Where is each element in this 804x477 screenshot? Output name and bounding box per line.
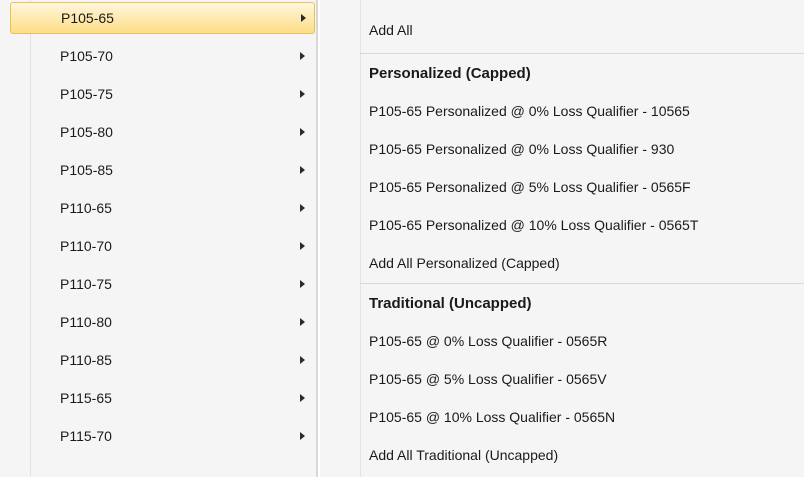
personalized-item[interactable]: P105-65 Personalized @ 10% Loss Qualifie… [369,210,698,240]
personalized-item[interactable]: P105-65 Personalized @ 0% Loss Qualifier… [369,134,674,164]
submenu: Add All Personalized (Capped) P105-65 Pe… [320,0,804,477]
traditional-item[interactable]: P105-65 @ 10% Loss Qualifier - 0565N [369,402,615,432]
traditional-header: Traditional (Uncapped) [369,294,532,312]
menu-item-p110-85[interactable]: P110-85 [10,344,315,376]
menu-item-p110-80[interactable]: P110-80 [10,306,315,338]
add-all-item[interactable]: Add All [369,15,413,45]
menu-item-label: P105-85 [60,162,113,178]
menu-item-p115-65[interactable]: P115-65 [10,382,315,414]
separator [360,283,804,284]
chevron-right-icon [300,318,305,326]
personalized-item[interactable]: P105-65 Personalized @ 0% Loss Qualifier… [369,96,690,126]
menu-item-p105-65[interactable]: P105-65 [10,2,315,34]
menu-item-p105-75[interactable]: P105-75 [10,78,315,110]
menu-item-p105-85[interactable]: P105-85 [10,154,315,186]
menu-item-label: P110-80 [60,314,112,330]
add-all-personalized-item[interactable]: Add All Personalized (Capped) [369,248,560,278]
chevron-right-icon [300,394,305,402]
chevron-right-icon [300,242,305,250]
chevron-right-icon [300,128,305,136]
menu-divider [316,0,318,477]
menu-item-label: P105-75 [60,86,113,102]
menu-item-label: P110-75 [60,276,112,292]
menu-item-p105-80[interactable]: P105-80 [10,116,315,148]
menu-item-p110-70[interactable]: P110-70 [10,230,315,262]
menu-item-label: P110-85 [60,352,112,368]
chevron-right-icon [300,52,305,60]
cascading-menu: P105-65 P105-70 P105-75 P105-80 P105-85 … [0,0,804,477]
chevron-right-icon [300,204,305,212]
menu-item-label: P115-70 [60,428,112,444]
menu-item-label: P105-80 [60,124,113,140]
menu-item-label: P105-70 [60,48,113,64]
menu-item-label: P105-65 [61,10,114,26]
traditional-item[interactable]: P105-65 @ 5% Loss Qualifier - 0565V [369,364,607,394]
add-all-traditional-item[interactable]: Add All Traditional (Uncapped) [369,440,558,470]
menu-item-p110-65[interactable]: P110-65 [10,192,315,224]
menu-item-label: P110-65 [60,200,112,216]
chevron-right-icon [300,166,305,174]
separator [360,53,804,54]
submenu-icon-gutter [360,0,361,477]
chevron-right-icon [300,356,305,364]
chevron-right-icon [301,14,306,22]
chevron-right-icon [300,432,305,440]
menu-item-p105-70[interactable]: P105-70 [10,40,315,72]
menu-item-label: P115-65 [60,390,112,406]
menu-item-p110-75[interactable]: P110-75 [10,268,315,300]
product-menu: P105-65 P105-70 P105-75 P105-80 P105-85 … [0,0,318,477]
personalized-item[interactable]: P105-65 Personalized @ 5% Loss Qualifier… [369,172,691,202]
menu-item-p115-70[interactable]: P115-70 [10,420,315,452]
chevron-right-icon [300,280,305,288]
menu-item-label: P110-70 [60,238,112,254]
traditional-item[interactable]: P105-65 @ 0% Loss Qualifier - 0565R [369,326,607,356]
chevron-right-icon [300,90,305,98]
personalized-header: Personalized (Capped) [369,64,531,82]
